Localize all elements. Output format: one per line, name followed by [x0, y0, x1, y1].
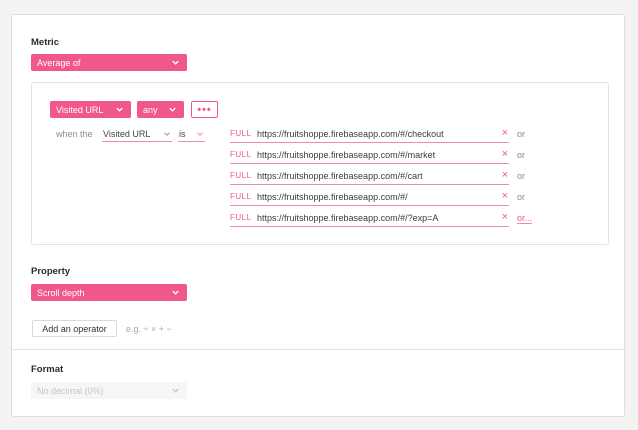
filter-panel: Visited URL any ••• when the Visited URL…: [31, 82, 609, 245]
event-select[interactable]: Visited URL: [50, 101, 131, 118]
event-select-value: Visited URL: [56, 104, 104, 115]
section-divider: [12, 349, 624, 350]
or-label: or: [517, 150, 526, 160]
chevron-down-icon: [197, 132, 203, 136]
url-value: https://fruitshoppe.firebaseapp.com/#/: [257, 192, 408, 202]
match-select[interactable]: any: [137, 101, 184, 118]
operator-hint: e.g. ÷ × + −: [126, 324, 172, 334]
chevron-down-icon: [172, 60, 179, 65]
url-value-row[interactable]: FULL https://fruitshoppe.firebaseapp.com…: [230, 210, 509, 227]
or-label: or: [517, 192, 526, 202]
match-type-badge: FULL: [230, 171, 252, 180]
match-type-badge: FULL: [230, 150, 252, 159]
remove-icon[interactable]: ×: [502, 190, 508, 202]
format-select-value: No decimal (0%): [37, 385, 104, 396]
remove-icon[interactable]: ×: [502, 211, 508, 223]
match-select-value: any: [143, 104, 158, 115]
metric-card: Metric Average of Visited URL any ••• wh…: [11, 14, 625, 417]
or-label: or: [517, 171, 526, 181]
property-select-value: Scroll depth: [37, 287, 85, 298]
metric-aggregation-select[interactable]: Average of: [31, 54, 187, 71]
remove-icon[interactable]: ×: [502, 169, 508, 181]
property-filter-select[interactable]: Visited URL: [102, 126, 172, 142]
match-type-badge: FULL: [230, 192, 252, 201]
add-operator-label: Add an operator: [42, 323, 107, 334]
property-filter-value: Visited URL: [103, 128, 151, 139]
operator-select[interactable]: is: [178, 126, 205, 142]
chevron-down-icon: [169, 107, 176, 112]
more-options-button[interactable]: •••: [191, 101, 218, 118]
when-label: when the: [56, 129, 93, 139]
more-icon: •••: [197, 103, 212, 116]
url-value-row[interactable]: FULL https://fruitshoppe.firebaseapp.com…: [230, 168, 509, 185]
chevron-down-icon: [172, 388, 179, 393]
url-value-row[interactable]: FULL https://fruitshoppe.firebaseapp.com…: [230, 126, 509, 143]
add-or-link[interactable]: or...: [517, 213, 533, 224]
metric-label: Metric: [31, 37, 59, 48]
url-value: https://fruitshoppe.firebaseapp.com/#/ch…: [257, 129, 444, 139]
metric-aggregation-value: Average of: [37, 57, 81, 68]
operator-value: is: [179, 128, 186, 139]
property-label: Property: [31, 266, 71, 277]
chevron-down-icon: [172, 290, 179, 295]
url-value-row[interactable]: FULL https://fruitshoppe.firebaseapp.com…: [230, 147, 509, 164]
property-select[interactable]: Scroll depth: [31, 284, 187, 301]
add-or-link-label: or...: [517, 213, 533, 224]
remove-icon[interactable]: ×: [502, 127, 508, 139]
url-value-row[interactable]: FULL https://fruitshoppe.firebaseapp.com…: [230, 189, 509, 206]
url-value: https://fruitshoppe.firebaseapp.com/#/ca…: [257, 171, 423, 181]
remove-icon[interactable]: ×: [502, 148, 508, 160]
match-type-badge: FULL: [230, 129, 252, 138]
url-value: https://fruitshoppe.firebaseapp.com/#/?e…: [257, 213, 439, 223]
match-type-badge: FULL: [230, 213, 252, 222]
add-operator-button[interactable]: Add an operator: [32, 320, 117, 337]
or-label: or: [517, 129, 526, 139]
format-select[interactable]: No decimal (0%): [31, 382, 187, 399]
chevron-down-icon: [116, 107, 123, 112]
url-value: https://fruitshoppe.firebaseapp.com/#/ma…: [257, 150, 436, 160]
chevron-down-icon: [164, 132, 170, 136]
format-label: Format: [31, 364, 64, 375]
